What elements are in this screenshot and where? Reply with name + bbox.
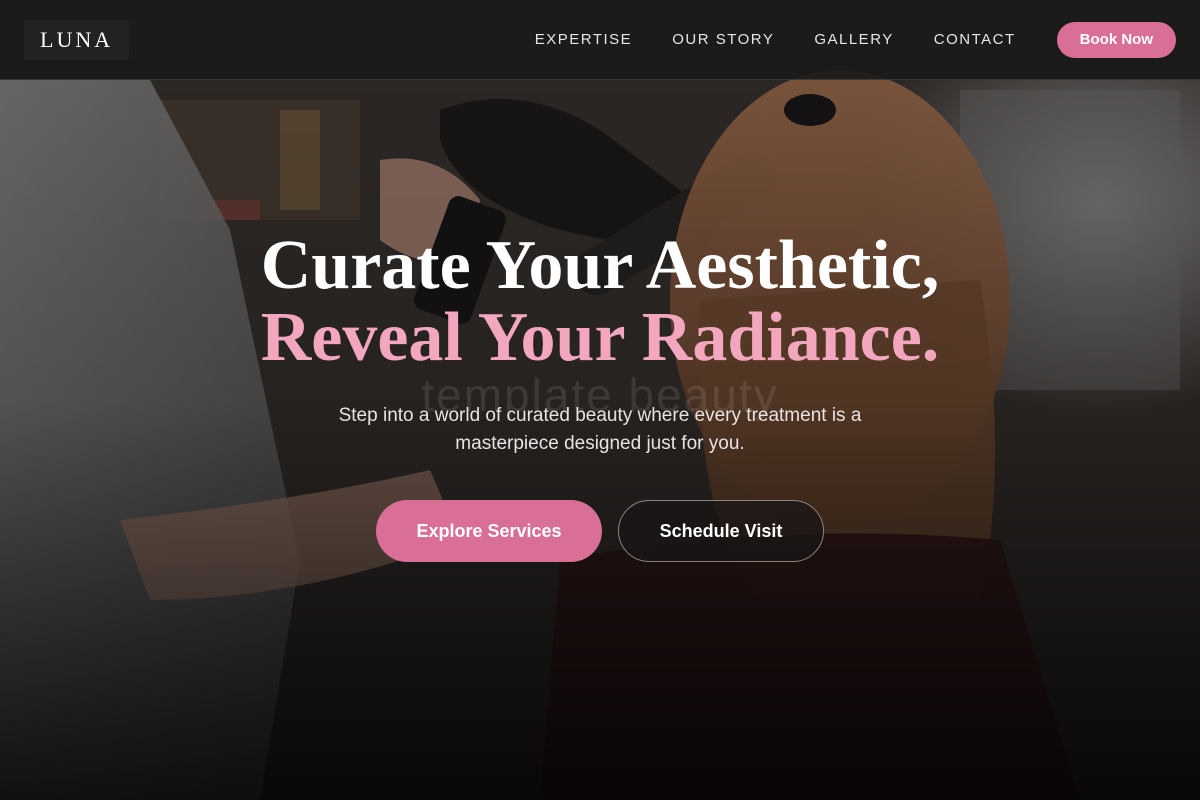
hero-section: template beauty Curate Your Aesthetic, R… — [0, 230, 1200, 562]
nav-link-expertise[interactable]: EXPERTISE — [535, 31, 632, 48]
hero-subtitle: Step into a world of curated beauty wher… — [338, 405, 862, 454]
brand-logo[interactable]: LUNA — [24, 19, 130, 60]
nav-link-gallery[interactable]: GALLERY — [814, 31, 893, 48]
book-now-button[interactable]: Book Now — [1056, 21, 1176, 58]
site-header: LUNA EXPERTISE OUR STORY GALLERY CONTACT… — [0, 0, 1200, 80]
nav-link-our-story[interactable]: OUR STORY — [672, 31, 774, 48]
hero-headline-line1: Curate Your Aesthetic, — [260, 227, 940, 304]
nav-link-contact[interactable]: CONTACT — [934, 31, 1016, 48]
schedule-visit-button[interactable]: Schedule Visit — [618, 500, 824, 562]
main-nav: EXPERTISE OUR STORY GALLERY CONTACT Book… — [535, 21, 1176, 58]
landing-page: LUNA EXPERTISE OUR STORY GALLERY CONTACT… — [0, 0, 1200, 800]
explore-services-button[interactable]: Explore Services — [376, 500, 602, 562]
hero-headline-line2: Reveal Your Radiance. — [260, 299, 940, 376]
hero-cta-group: Explore Services Schedule Visit — [0, 500, 1200, 562]
